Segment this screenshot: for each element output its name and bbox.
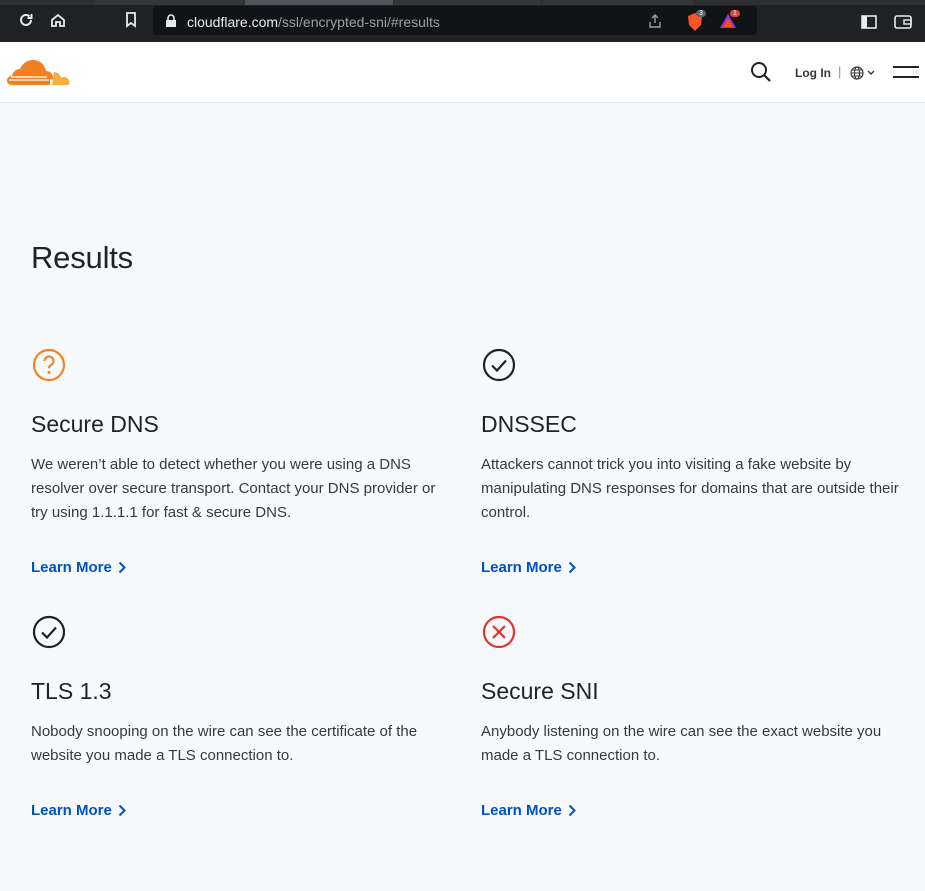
chevron-right-icon: [118, 561, 126, 574]
search-icon[interactable]: [750, 61, 772, 83]
learn-more-link[interactable]: Learn More: [31, 559, 126, 576]
card-description: We weren’t able to detect whether you we…: [31, 456, 436, 521]
wallet-icon[interactable]: [894, 14, 912, 35]
language-selector[interactable]: [850, 65, 878, 81]
sidebar-toggle-icon[interactable]: [861, 14, 877, 35]
share-icon[interactable]: [647, 13, 663, 29]
learn-more-link[interactable]: Learn More: [481, 559, 576, 576]
lock-icon: [166, 14, 176, 27]
tab[interactable]: [543, 0, 693, 5]
card-description: Attackers cannot trick you into visiting…: [481, 456, 899, 521]
tab-strip: [0, 0, 925, 5]
page-title: Results: [31, 240, 133, 275]
learn-more-label: Learn More: [31, 802, 112, 819]
chevron-right-icon: [568, 804, 576, 817]
login-link[interactable]: Log In: [795, 66, 831, 80]
card-title: DNSSEC: [481, 411, 577, 437]
url-path: /ssl/encrypted-sni/#results: [278, 14, 440, 30]
learn-more-link[interactable]: Learn More: [481, 802, 576, 819]
card-title: Secure DNS: [31, 411, 159, 437]
url-text: cloudflare.com/ssl/encrypted-sni/#result…: [187, 14, 440, 30]
card-description: Nobody snooping on the wire can see the …: [31, 723, 418, 764]
tab[interactable]: [95, 0, 243, 5]
result-card-secure-dns: Secure DNS We weren’t able to detect whe…: [31, 347, 451, 576]
header-separator: |: [838, 64, 842, 79]
chevron-right-icon: [568, 561, 576, 574]
result-card-secure-sni: Secure SNI Anybody listening on the wire…: [481, 614, 901, 819]
result-card-tls: TLS 1.3 Nobody snooping on the wire can …: [31, 614, 451, 819]
rewards-badge: 1: [730, 10, 740, 17]
check-circle-icon: [482, 348, 516, 382]
hamburger-menu-icon[interactable]: [893, 66, 919, 80]
brave-shield-icon[interactable]: 3: [686, 10, 706, 32]
tab[interactable]: [395, 0, 541, 5]
reload-icon[interactable]: [14, 8, 38, 32]
bookmark-icon[interactable]: [119, 8, 143, 32]
learn-more-label: Learn More: [31, 559, 112, 576]
brave-badge: 3: [696, 10, 706, 17]
card-title: TLS 1.3: [31, 678, 112, 704]
card-title: Secure SNI: [481, 678, 599, 704]
card-description: Anybody listening on the wire can see th…: [481, 723, 882, 764]
chevron-right-icon: [118, 804, 126, 817]
x-circle-icon: [482, 615, 516, 649]
globe-icon: [850, 66, 875, 80]
home-icon[interactable]: [46, 8, 70, 32]
check-circle-icon: [32, 615, 66, 649]
learn-more-link[interactable]: Learn More: [31, 802, 126, 819]
question-circle-icon: [32, 348, 66, 382]
tab-active[interactable]: [245, 0, 393, 5]
address-bar[interactable]: cloudflare.com/ssl/encrypted-sni/#result…: [153, 6, 757, 35]
learn-more-label: Learn More: [481, 802, 562, 819]
url-host: cloudflare.com: [187, 14, 279, 30]
cloudflare-logo-icon[interactable]: [6, 57, 70, 87]
site-header: Log In |: [0, 42, 925, 103]
learn-more-label: Learn More: [481, 559, 562, 576]
brave-rewards-icon[interactable]: 1: [718, 10, 742, 32]
result-card-dnssec: DNSSEC Attackers cannot trick you into v…: [481, 347, 901, 576]
